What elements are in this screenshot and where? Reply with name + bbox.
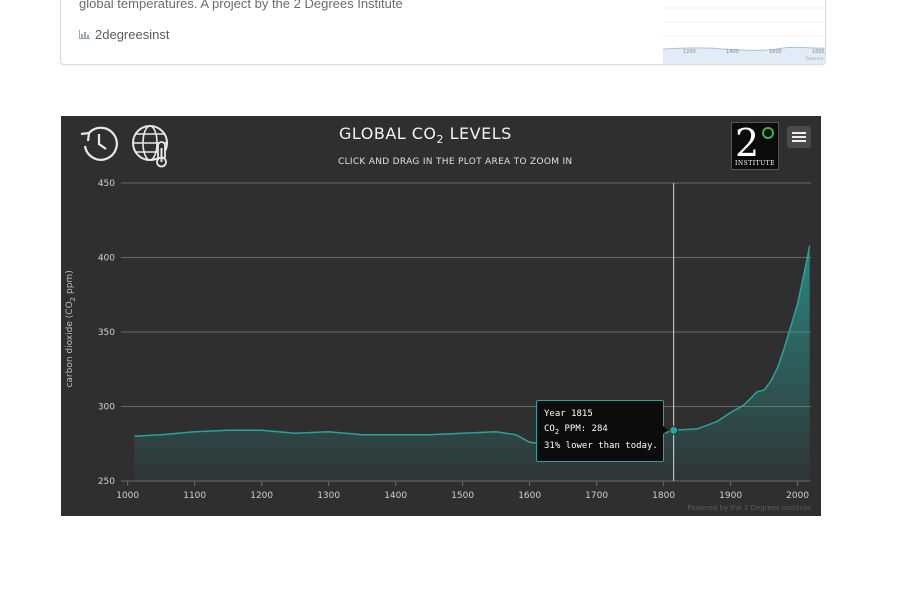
tooltip-year: Year 1815 (544, 409, 593, 419)
tooltip-co2-prefix: CO (544, 424, 555, 434)
x-tick-label: 1900 (719, 491, 742, 501)
chart-title-main: GLOBAL CO (339, 124, 437, 143)
thumbnail-axis: 1200 1400 1600 1800 Powered (662, 47, 824, 65)
thumb-tick: 1600 (769, 49, 782, 55)
y-tick-label: 350 (98, 328, 115, 338)
chart-title: GLOBAL CO2 LEVELS (339, 124, 512, 146)
thumb-tick: 1400 (726, 49, 739, 55)
hamburger-menu-icon (792, 132, 806, 134)
chart-icon (79, 30, 90, 39)
x-tick-label: 1600 (518, 491, 541, 501)
x-tick-label: 1700 (585, 491, 608, 501)
logo-number: 2 (735, 121, 760, 165)
tooltip-comparison: 31% lower than today. (544, 441, 658, 451)
hamburger-bar (792, 140, 806, 142)
x-tick-label: 1500 (451, 491, 474, 501)
history-icon[interactable] (75, 122, 123, 164)
hamburger-bar (792, 136, 806, 138)
y-axis-label-main: carbon dioxide (CO (65, 301, 76, 388)
chart-subtitle: CLICK AND DRAG IN THE PLOT AREA TO ZOOM … (338, 157, 573, 167)
y-tick-label: 250 (98, 477, 115, 487)
x-tick-label: 1300 (317, 491, 340, 501)
tooltip-co2-value: PPM: 284 (559, 424, 608, 434)
x-tick-label: 1800 (652, 491, 675, 501)
thumb-tick: 1200 (683, 49, 696, 55)
highlight-point (669, 425, 679, 435)
y-tick-label: 300 (98, 403, 115, 413)
logo-ring-icon (762, 127, 774, 139)
x-tick-label: 2000 (786, 491, 809, 501)
plot-area[interactable]: 250 300 350 400 450 1000 1100 1200 1300 1400 1500… (61, 116, 821, 516)
globe-thermometer-icon[interactable] (131, 122, 175, 168)
chart-title-end: LEVELS (444, 124, 512, 143)
x-tick-label: 1400 (384, 491, 407, 501)
logo-text: INSTITUTE (734, 160, 776, 167)
thumb-tick: 1800 (812, 49, 824, 55)
y-tick-label: 400 (98, 254, 115, 264)
author-link[interactable]: 2degreesinst (79, 27, 169, 42)
y-axis-label-end: ppm) (65, 270, 76, 297)
y-axis-label: carbon dioxide (CO2 ppm) (65, 264, 77, 394)
credits-text: Powered by the 2 Degrees Institute (687, 504, 811, 512)
author-username: 2degreesinst (95, 27, 170, 42)
co2-area (134, 245, 810, 481)
tooltip-co2: CO2 PPM: 284 (544, 424, 608, 436)
co2-line (134, 245, 811, 445)
y-tick-label: 450 (98, 179, 115, 189)
project-description: global temperatures. A project by the 2 … (79, 0, 403, 11)
thumb-credit: Powered (806, 56, 824, 61)
x-tick-label: 1100 (183, 491, 206, 501)
chart-title-sub: 2 (436, 133, 445, 147)
co2-chart[interactable]: 250 300 350 400 450 1000 1100 1200 1300 1400 1500… (61, 116, 821, 516)
data-tooltip: Year 1815 CO2 PPM: 284 31% lower than to… (536, 400, 664, 462)
x-tick-label: 1000 (116, 491, 139, 501)
chart-menu-button[interactable] (787, 126, 811, 148)
tooltip-arrow (662, 425, 668, 435)
institute-logo: 2 INSTITUTE (731, 121, 779, 170)
x-tick-label: 1200 (250, 491, 273, 501)
y-axis-label-sub: 2 (68, 296, 77, 302)
